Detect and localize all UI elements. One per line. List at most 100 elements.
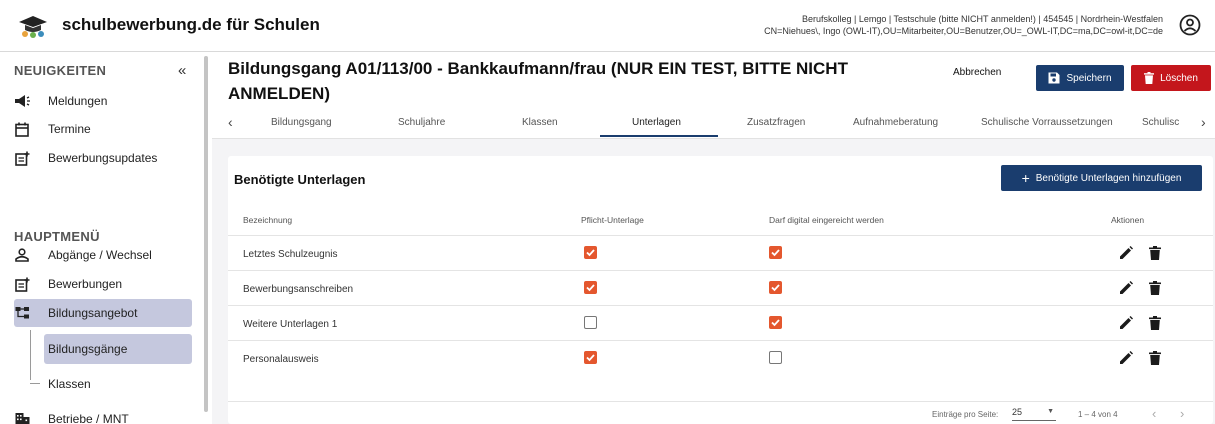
post-add-icon bbox=[14, 276, 30, 292]
save-icon bbox=[1048, 72, 1060, 84]
documents-card: Benötigte Unterlagen + Benötigte Unterla… bbox=[228, 156, 1213, 424]
page-range: 1 – 4 von 4 bbox=[1078, 410, 1118, 419]
mandatory-checkbox[interactable] bbox=[584, 351, 597, 364]
tab-aufnahmeberatung[interactable]: Aufnahmeberatung bbox=[853, 117, 938, 128]
digital-checkbox[interactable] bbox=[769, 246, 782, 259]
sidebar-item-label: Bildungsangebot bbox=[48, 306, 138, 320]
sidebar-item-abgaenge[interactable]: Abgänge / Wechsel bbox=[14, 243, 204, 267]
table-row: Bewerbungsanschreiben bbox=[228, 270, 1213, 305]
edit-icon[interactable] bbox=[1119, 316, 1133, 330]
digital-checkbox[interactable] bbox=[769, 351, 782, 364]
add-document-label: Benötigte Unterlagen hinzufügen bbox=[1035, 172, 1182, 184]
brand-title[interactable]: schulbewerbung.de für Schulen bbox=[62, 15, 320, 35]
sidebar-scrollbar[interactable] bbox=[204, 56, 208, 412]
tab-schuljahre[interactable]: Schuljahre bbox=[398, 117, 445, 128]
delete-label: Löschen bbox=[1160, 72, 1198, 84]
edit-icon[interactable] bbox=[1119, 351, 1133, 365]
delete-icon[interactable] bbox=[1149, 351, 1161, 365]
account-icon[interactable] bbox=[1179, 14, 1201, 36]
mandatory-checkbox[interactable] bbox=[584, 246, 597, 259]
next-page-icon[interactable]: › bbox=[1180, 406, 1184, 421]
per-page-value: 25 bbox=[1012, 407, 1023, 417]
sidebar-item-meldungen[interactable]: Meldungen bbox=[14, 89, 204, 113]
digital-checkbox[interactable] bbox=[769, 316, 782, 329]
page-title: Bildungsgang A01/113/00 - Bankkaufmann/f… bbox=[228, 59, 848, 103]
tab-scroll-right-icon[interactable]: › bbox=[1198, 114, 1206, 130]
edit-icon[interactable] bbox=[1119, 281, 1133, 295]
document-name: Personalausweis bbox=[243, 354, 319, 365]
tab-unterlagen[interactable]: Unterlagen bbox=[632, 117, 681, 128]
user-info: Berufskolleg | Lemgo | Testschule (bitte… bbox=[764, 13, 1163, 37]
tab-bildungsgang[interactable]: Bildungsgang bbox=[271, 117, 332, 128]
dropdown-caret-icon: ▼ bbox=[1047, 408, 1054, 415]
column-header-name: Bezeichnung bbox=[243, 215, 293, 225]
tab-zusatzfragen[interactable]: Zusatzfragen bbox=[747, 117, 805, 128]
column-header-actions: Aktionen bbox=[1111, 215, 1145, 225]
delete-icon[interactable] bbox=[1149, 316, 1161, 330]
save-label: Speichern bbox=[1066, 72, 1112, 84]
delete-icon[interactable] bbox=[1149, 246, 1161, 260]
tab-divider bbox=[212, 138, 1215, 139]
document-name: Letztes Schulzeugnis bbox=[243, 249, 338, 260]
sidebar: NEUIGKEITEN « Meldungen Termine Bewerbun… bbox=[0, 52, 203, 424]
per-page-select[interactable]: 25 ▼ bbox=[1012, 407, 1056, 421]
post-add-icon bbox=[14, 150, 30, 166]
sidebar-item-bildungsgaenge[interactable]: Bildungsgänge bbox=[44, 334, 192, 364]
hierarchy-icon bbox=[14, 305, 30, 321]
person-icon bbox=[14, 247, 30, 263]
user-school-line: Berufskolleg | Lemgo | Testschule (bitte… bbox=[801, 14, 1163, 24]
previous-page-icon[interactable]: ‹ bbox=[1152, 406, 1156, 421]
card-title: Benötigte Unterlagen bbox=[234, 172, 366, 187]
tab-schulisc[interactable]: Schulisc bbox=[1142, 117, 1179, 128]
plus-icon: + bbox=[1021, 170, 1030, 186]
main-menu-heading: HAUPTMENÜ bbox=[14, 229, 100, 244]
sidebar-item-label: Abgänge / Wechsel bbox=[48, 248, 152, 262]
active-tab-indicator bbox=[600, 135, 718, 137]
calendar-icon bbox=[14, 121, 30, 137]
news-heading: NEUIGKEITEN bbox=[14, 63, 107, 78]
document-name: Weitere Unterlagen 1 bbox=[243, 319, 338, 330]
sidebar-item-label: Meldungen bbox=[48, 94, 108, 108]
sidebar-item-bewerbungsupdates[interactable]: Bewerbungsupdates bbox=[14, 146, 204, 170]
sidebar-item-termine[interactable]: Termine bbox=[14, 117, 204, 141]
sidebar-item-bildungsangebot[interactable]: Bildungsangebot bbox=[14, 299, 192, 327]
cancel-button[interactable]: Abbrechen bbox=[953, 67, 1001, 78]
delete-button[interactable]: Löschen bbox=[1131, 65, 1211, 91]
sidebar-item-label: Termine bbox=[48, 122, 91, 136]
tree-branch bbox=[30, 383, 40, 384]
edit-icon[interactable] bbox=[1119, 246, 1133, 260]
table-row: Personalausweis bbox=[228, 340, 1213, 375]
building-icon bbox=[14, 411, 30, 424]
tab-klassen[interactable]: Klassen bbox=[522, 117, 558, 128]
column-header-mandatory: Pflicht-Unterlage bbox=[581, 215, 644, 225]
mandatory-checkbox[interactable] bbox=[584, 281, 597, 294]
table-row: Weitere Unterlagen 1 bbox=[228, 305, 1213, 340]
sidebar-item-label: Betriebe / MNT bbox=[48, 412, 129, 424]
mandatory-checkbox[interactable] bbox=[584, 316, 597, 329]
tab-schulische-vorraussetzungen[interactable]: Schulische Vorraussetzungen bbox=[981, 117, 1113, 128]
collapse-sidebar-icon[interactable]: « bbox=[178, 62, 186, 79]
document-name: Bewerbungsanschreiben bbox=[243, 284, 354, 295]
add-document-button[interactable]: + Benötigte Unterlagen hinzufügen bbox=[1001, 165, 1202, 191]
tab-bar: ‹ Bildungsgang Schuljahre Klassen Unterl… bbox=[212, 108, 1215, 138]
trash-icon bbox=[1144, 72, 1155, 84]
sidebar-item-betriebe[interactable]: Betriebe / MNT bbox=[14, 407, 204, 424]
tab-scroll-left-icon[interactable]: ‹ bbox=[228, 114, 233, 130]
megaphone-icon bbox=[14, 93, 30, 109]
per-page-label: Einträge pro Seite: bbox=[932, 410, 999, 419]
delete-icon[interactable] bbox=[1149, 281, 1161, 295]
user-dn-line: CN=Niehues\, Ingo (OWL-IT),OU=Mitarbeite… bbox=[764, 26, 1163, 36]
table-row: Letztes Schulzeugnis bbox=[228, 235, 1213, 270]
sidebar-item-klassen[interactable]: Klassen bbox=[44, 369, 192, 399]
sidebar-item-label: Bewerbungen bbox=[48, 277, 123, 291]
logo-icon[interactable] bbox=[16, 13, 50, 39]
tree-line bbox=[30, 330, 31, 380]
digital-checkbox[interactable] bbox=[769, 281, 782, 294]
main-content: Bildungsgang A01/113/00 - Bankkaufmann/f… bbox=[212, 52, 1215, 424]
column-header-digital: Darf digital eingereicht werden bbox=[769, 215, 884, 225]
top-bar: schulbewerbung.de für Schulen Berufskoll… bbox=[0, 0, 1215, 52]
pagination: Einträge pro Seite: 25 ▼ 1 – 4 von 4 ‹ › bbox=[228, 401, 1213, 424]
save-button[interactable]: Speichern bbox=[1036, 65, 1124, 91]
sidebar-item-bewerbungen[interactable]: Bewerbungen bbox=[14, 272, 204, 296]
sidebar-item-label: Bewerbungsupdates bbox=[48, 151, 158, 165]
